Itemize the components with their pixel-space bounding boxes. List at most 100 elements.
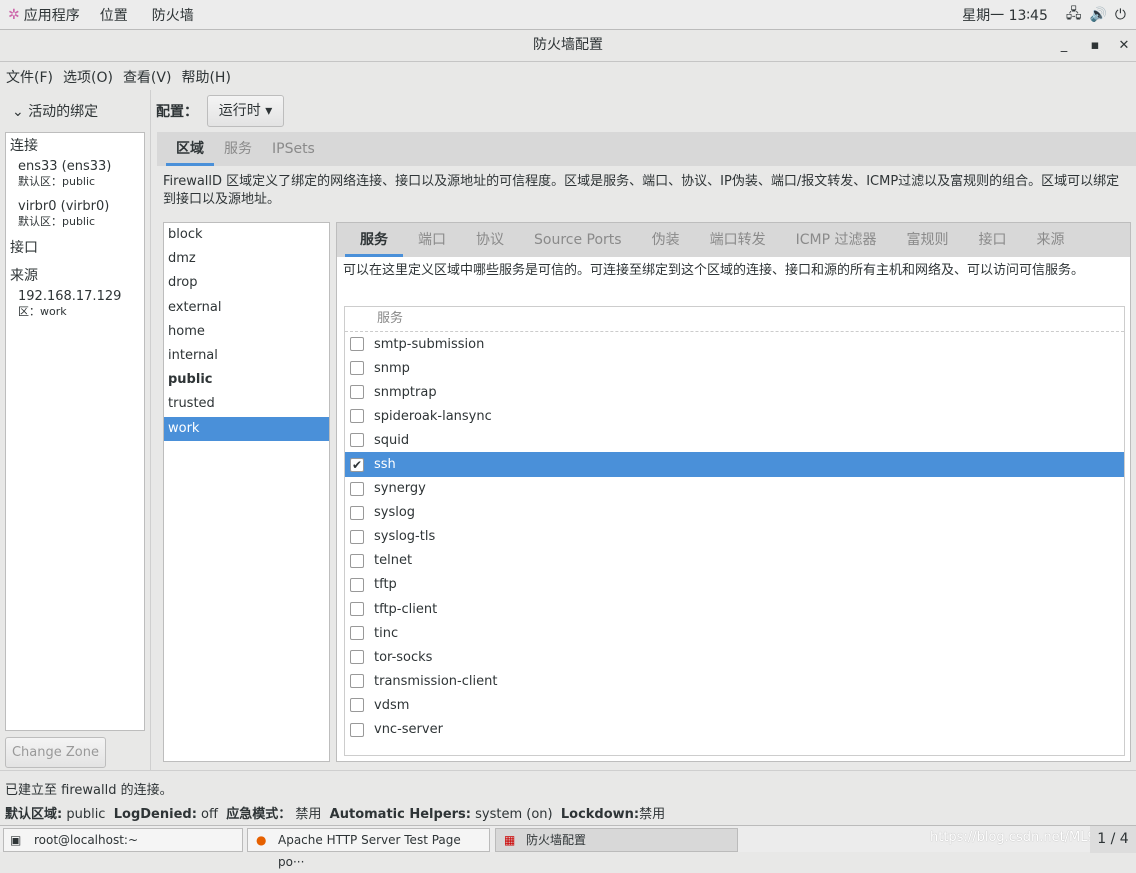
task-firewall[interactable]: ▦ 防火墙配置: [495, 828, 738, 852]
zone-tabs: 服务 端口 协议 Source Ports 伪装 端口转发 ICMP 过滤器 富规则 接口 来源: [337, 223, 1130, 257]
service-row[interactable]: snmptrap: [345, 380, 1124, 404]
network-icon[interactable]: 🖧: [1066, 3, 1082, 27]
status-summary: 默认区域: public LogDenied: off 应急模式： 禁用 Aut…: [5, 807, 666, 822]
zone-item-selected[interactable]: work: [164, 416, 329, 441]
service-checkbox[interactable]: [350, 385, 364, 400]
service-row[interactable]: spideroak-lansync: [345, 404, 1124, 428]
service-checkbox[interactable]: [350, 698, 364, 713]
service-row[interactable]: telnet: [345, 549, 1124, 573]
places-menu[interactable]: 位置: [100, 5, 128, 25]
service-checkbox[interactable]: [350, 361, 364, 376]
tab-ipsets[interactable]: IPSets: [262, 132, 325, 166]
applications-menu[interactable]: 应用程序: [24, 5, 80, 25]
zone-tab[interactable]: 协议: [461, 223, 519, 257]
zone-tab[interactable]: 接口: [963, 223, 1021, 257]
service-row[interactable]: tor-socks: [345, 645, 1124, 669]
binding-item[interactable]: virbr0 (virbr0) 默认区：public: [6, 197, 144, 231]
service-name: snmptrap: [374, 384, 437, 400]
service-row[interactable]: snmp: [345, 356, 1124, 380]
service-checkbox[interactable]: [350, 433, 364, 448]
service-row[interactable]: squid: [345, 428, 1124, 452]
services-column-header[interactable]: 服务: [345, 307, 1124, 332]
service-name: synergy: [374, 481, 426, 497]
services-table: 服务 smtp-submission snmp snmptrap spideroak-…: [344, 306, 1125, 756]
service-row[interactable]: transmission-client: [345, 669, 1124, 693]
menu-view[interactable]: 查看(V): [123, 67, 172, 87]
zone-item[interactable]: dmz: [164, 247, 329, 271]
service-row[interactable]: synergy: [345, 477, 1124, 501]
app-menu[interactable]: 防火墙: [152, 5, 194, 25]
service-checkbox[interactable]: [350, 553, 364, 568]
zone-item[interactable]: drop: [164, 271, 329, 295]
service-checkbox[interactable]: [350, 674, 364, 689]
service-row[interactable]: syslog-tls: [345, 525, 1124, 549]
zone-tab[interactable]: Source Ports: [519, 223, 637, 257]
maximize-button[interactable]: ▪: [1083, 30, 1107, 61]
menu-options[interactable]: 选项(O): [63, 67, 113, 87]
menubar: 文件(F) 选项(O) 查看(V) 帮助(H): [0, 63, 1136, 90]
workspace-pager[interactable]: 1 / 4: [1090, 826, 1136, 853]
service-row[interactable]: smtp-submission: [345, 332, 1124, 356]
zone-tab[interactable]: 富规则: [891, 223, 963, 257]
volume-icon[interactable]: 🔊: [1089, 7, 1106, 23]
change-zone-button[interactable]: Change Zone: [5, 737, 106, 768]
service-checkbox[interactable]: [350, 722, 364, 737]
task-terminal[interactable]: ▣ root@localhost:~: [3, 828, 243, 852]
zone-tab[interactable]: 伪装: [637, 223, 695, 257]
menu-help[interactable]: 帮助(H): [181, 67, 230, 87]
service-checkbox[interactable]: [350, 577, 364, 592]
zone-item[interactable]: home: [164, 320, 329, 344]
service-row[interactable]: vdsm: [345, 693, 1124, 717]
service-checkbox[interactable]: [350, 505, 364, 520]
clock[interactable]: 星期一 13∶45: [962, 5, 1048, 25]
sources-heading: 来源: [10, 268, 38, 284]
service-name: transmission-client: [374, 673, 498, 689]
task-firefox[interactable]: ● Apache HTTP Server Test Page po···: [247, 828, 490, 869]
service-row[interactable]: vnc-server: [345, 718, 1124, 742]
zone-list: block dmz drop external home internal pu…: [163, 222, 330, 762]
service-name: telnet: [374, 553, 413, 569]
service-name: snmp: [374, 360, 410, 376]
service-name: syslog-tls: [374, 529, 436, 545]
service-checkbox[interactable]: [350, 337, 364, 352]
zone-tab[interactable]: 服务: [345, 223, 403, 257]
close-button[interactable]: ✕: [1112, 30, 1136, 61]
service-checkbox[interactable]: [350, 529, 364, 544]
service-row[interactable]: tftp-client: [345, 597, 1124, 621]
service-checkbox[interactable]: [350, 602, 364, 617]
zone-tab[interactable]: ICMP 过滤器: [781, 223, 892, 257]
window-title: 防火墙配置: [533, 37, 603, 53]
zone-item[interactable]: block: [164, 223, 329, 247]
binding-item[interactable]: ens33 (ens33) 默认区：public: [6, 157, 144, 191]
window-titlebar: 防火墙配置 _ ▪ ✕: [0, 30, 1136, 62]
minimize-button[interactable]: _: [1052, 30, 1076, 61]
tab-services[interactable]: 服务: [214, 132, 262, 166]
zone-tab[interactable]: 来源: [1021, 223, 1079, 257]
zone-item[interactable]: internal: [164, 344, 329, 368]
service-checkbox[interactable]: [350, 409, 364, 424]
service-checkbox[interactable]: ✔: [350, 457, 364, 472]
service-row[interactable]: syslog: [345, 501, 1124, 525]
service-row[interactable]: tinc: [345, 621, 1124, 645]
zone-tab[interactable]: 端口转发: [695, 223, 781, 257]
config-dropdown[interactable]: 运行时 ▾: [207, 95, 284, 127]
interfaces-heading: 接口: [10, 240, 38, 256]
binding-item[interactable]: 192.168.17.129 区：work: [6, 287, 144, 321]
service-checkbox[interactable]: [350, 650, 364, 665]
firewall-icon: ▦: [504, 833, 516, 847]
zone-item[interactable]: external: [164, 296, 329, 320]
zone-settings: 服务 端口 协议 Source Ports 伪装 端口转发 ICMP 过滤器 富规则 接口 来源 …: [336, 222, 1131, 762]
zone-tab[interactable]: 端口: [403, 223, 461, 257]
service-row[interactable]: ✔ ssh: [345, 452, 1124, 477]
service-checkbox[interactable]: [350, 626, 364, 641]
active-bindings-toggle[interactable]: ⌄ 活动的绑定: [12, 101, 98, 121]
tab-zones[interactable]: 区域: [166, 132, 214, 166]
zone-item[interactable]: public: [164, 368, 329, 392]
service-row[interactable]: tftp: [345, 573, 1124, 597]
zone-item[interactable]: trusted: [164, 392, 329, 416]
power-icon[interactable]: ⏻: [1115, 7, 1126, 23]
service-name: squid: [374, 432, 410, 448]
service-name: ssh: [374, 457, 396, 473]
menu-file[interactable]: 文件(F): [6, 67, 53, 87]
service-checkbox[interactable]: [350, 481, 364, 496]
